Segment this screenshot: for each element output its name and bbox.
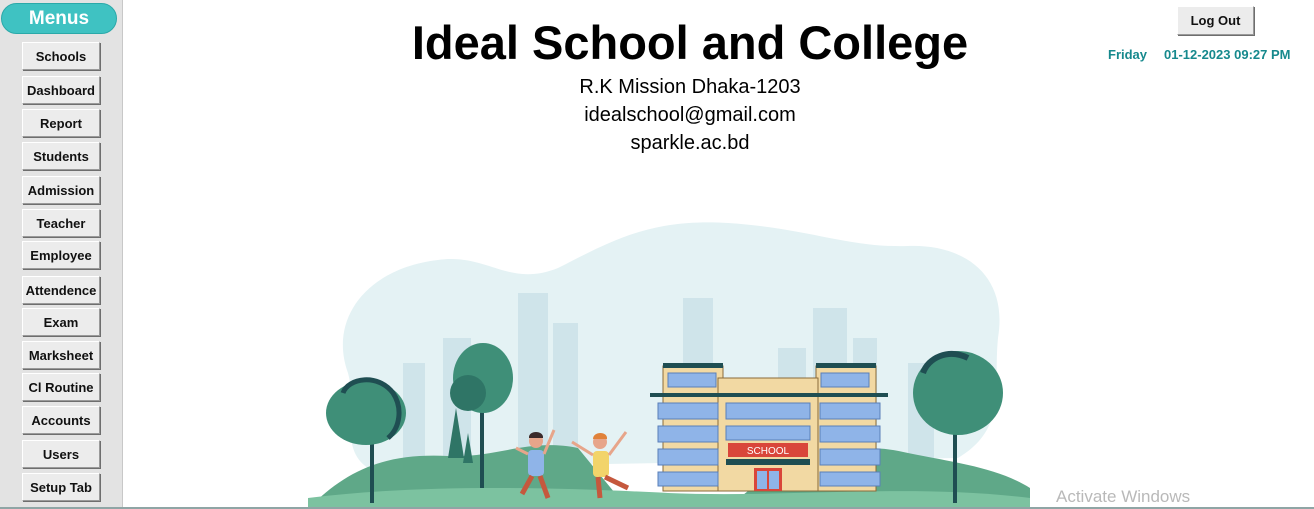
admission-button[interactable]: Admission bbox=[22, 176, 100, 204]
setup-tab-button[interactable]: Setup Tab bbox=[22, 473, 100, 501]
school-email: idealschool@gmail.com bbox=[584, 104, 796, 126]
students-button[interactable]: Students bbox=[22, 142, 100, 170]
dashboard-button[interactable]: Dashboard bbox=[22, 76, 100, 104]
app-window: Menus Schools Dashboard Report Students … bbox=[0, 0, 1314, 509]
building-sign-text: SCHOOL bbox=[747, 446, 790, 457]
users-button[interactable]: Users bbox=[22, 440, 100, 468]
school-building: SCHOOL bbox=[650, 363, 888, 492]
day-label: Friday bbox=[1108, 47, 1148, 62]
school-illustration: SCHOOL bbox=[308, 222, 1030, 509]
activate-windows-watermark: Activate Windows bbox=[1056, 487, 1191, 506]
datetime-label: 01-12-2023 09:27 PM bbox=[1164, 47, 1291, 62]
school-website: sparkle.ac.bd bbox=[630, 132, 750, 154]
school-address: R.K Mission Dhaka-1203 bbox=[579, 76, 801, 98]
logout-button[interactable]: Log Out bbox=[1177, 6, 1254, 35]
exam-button[interactable]: Exam bbox=[22, 308, 100, 336]
employee-button[interactable]: Employee bbox=[22, 241, 100, 269]
teacher-button[interactable]: Teacher bbox=[22, 209, 100, 237]
report-button[interactable]: Report bbox=[22, 109, 100, 137]
marksheet-button[interactable]: Marksheet bbox=[22, 341, 100, 369]
school-name-title: Ideal School and College bbox=[411, 16, 969, 69]
accounts-button[interactable]: Accounts bbox=[22, 406, 100, 434]
schools-button[interactable]: Schools bbox=[22, 42, 100, 70]
menus-header: Menus bbox=[1, 3, 117, 34]
class-routine-button[interactable]: Cl Routine bbox=[22, 373, 100, 401]
attendence-button[interactable]: Attendence bbox=[22, 276, 100, 304]
sidebar: Menus Schools Dashboard Report Students … bbox=[0, 0, 123, 507]
